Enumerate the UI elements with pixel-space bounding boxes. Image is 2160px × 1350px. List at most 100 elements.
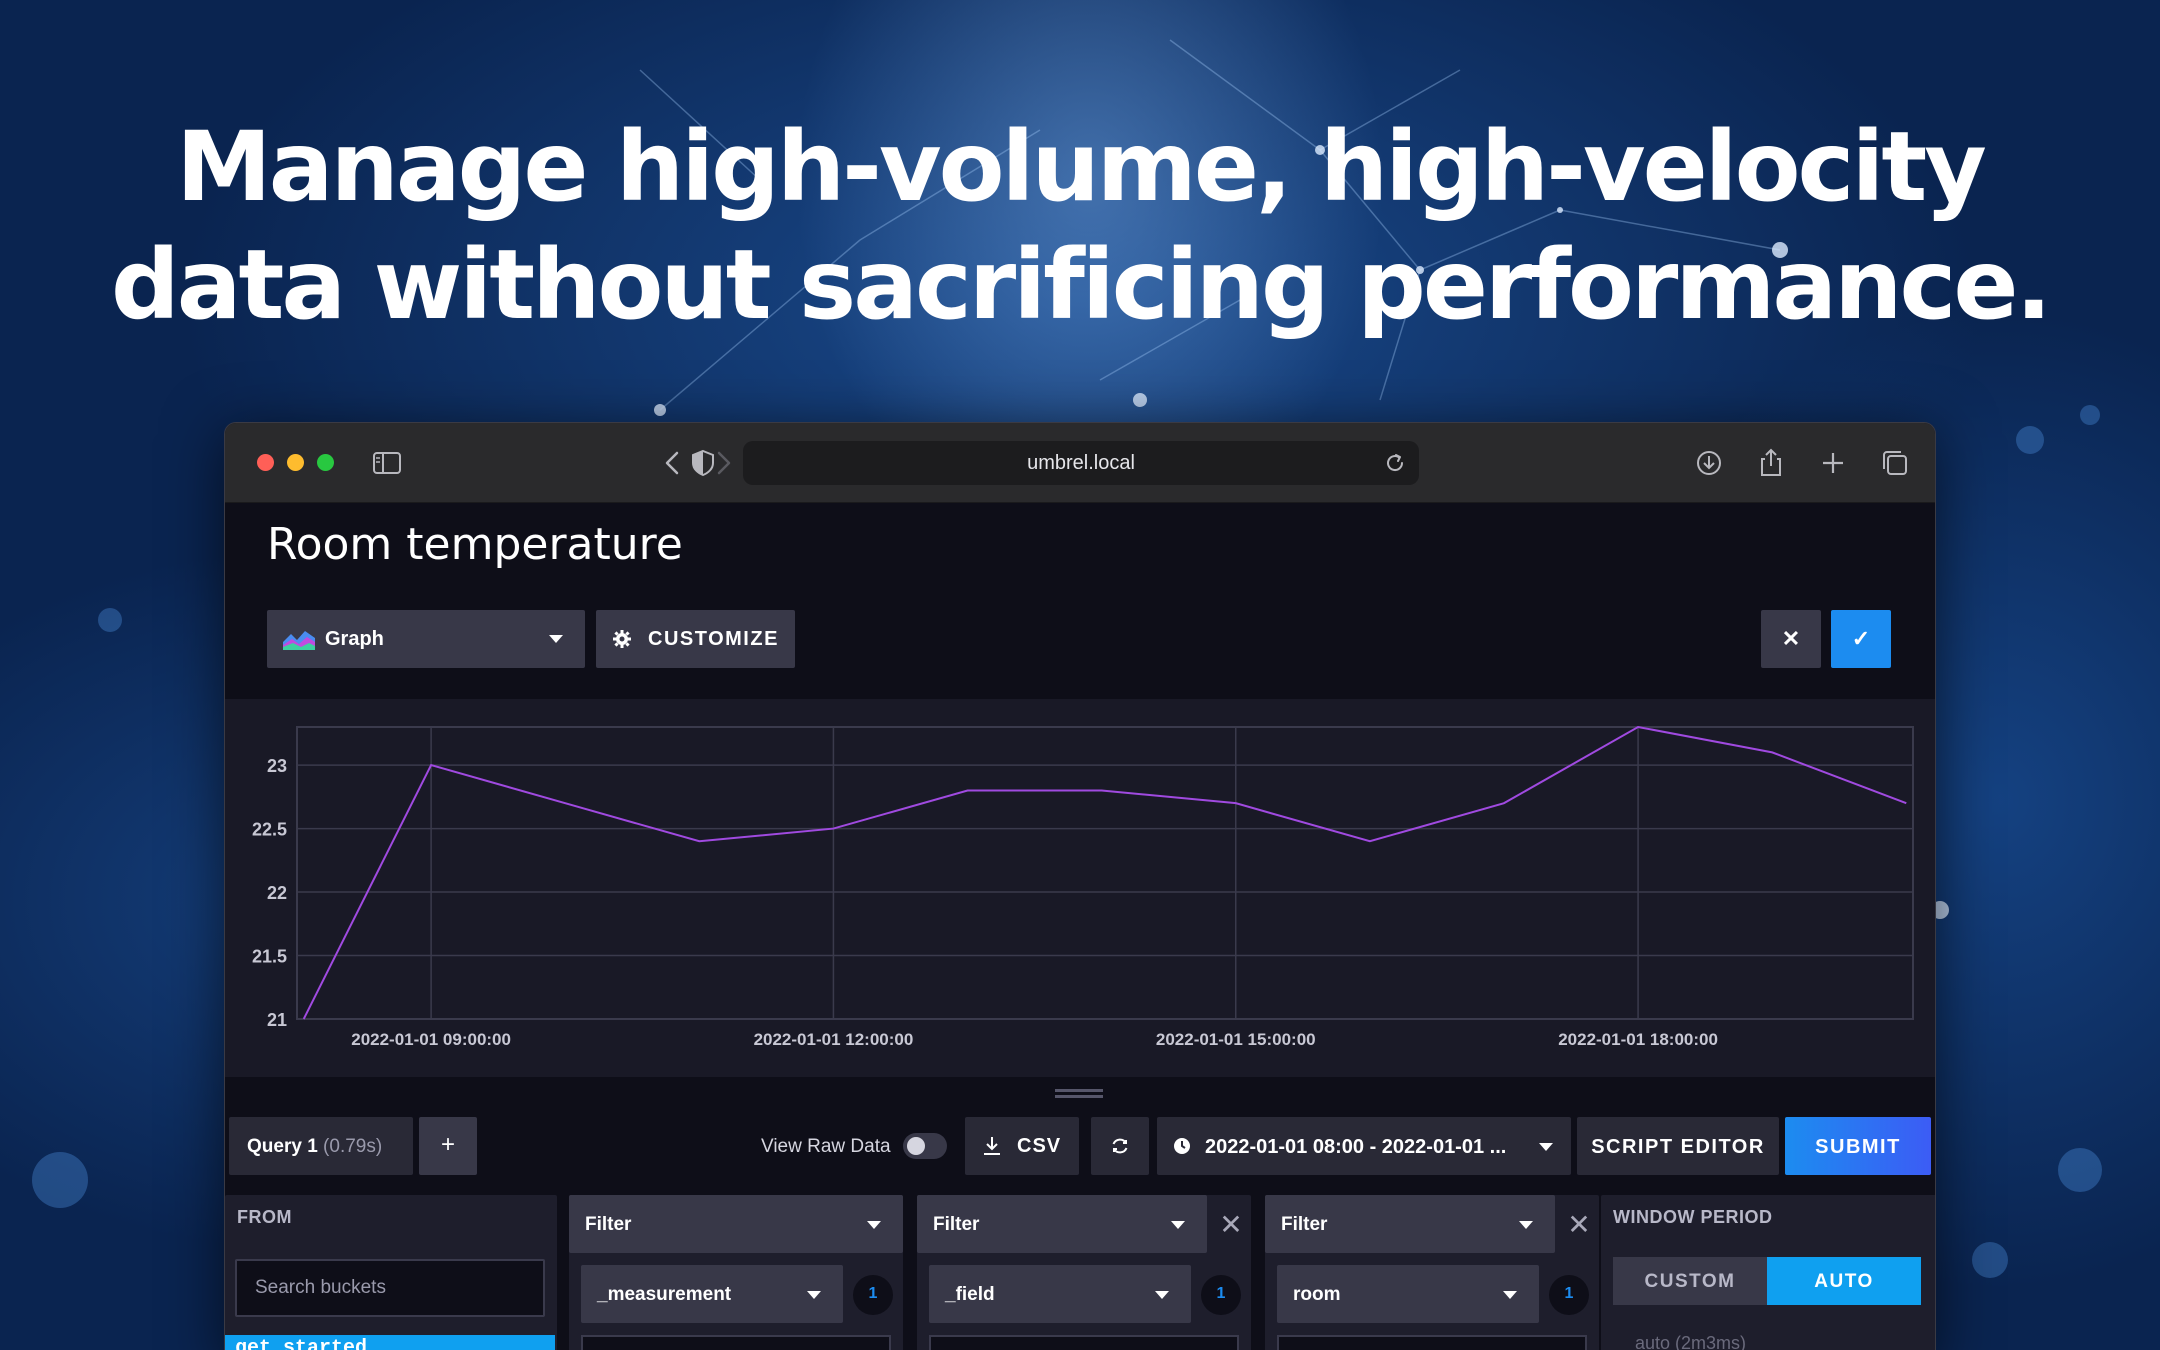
chevron-down-icon [807, 1291, 821, 1299]
minimize-window-button[interactable] [287, 454, 304, 471]
clock-icon [1174, 1138, 1190, 1154]
filter-header-label: Filter [585, 1214, 632, 1235]
filter-header-label: Filter [1281, 1214, 1328, 1235]
query-builder: FROM get_started Filter _measurement [225, 1195, 1935, 1350]
plus-icon: + [440, 1131, 455, 1158]
filter-key-select[interactable]: _measurement [581, 1265, 843, 1323]
submit-button[interactable]: SUBMIT [1785, 1117, 1931, 1175]
save-button[interactable]: ✓ [1831, 610, 1891, 668]
remove-filter-icon[interactable]: ✕ [1213, 1207, 1249, 1243]
chevron-down-icon [1519, 1221, 1533, 1229]
zoom-window-button[interactable] [317, 454, 334, 471]
marketing-headline: Manage high-volume, high-velocity data w… [0, 108, 2160, 344]
x-tick-label: 2022-01-01 12:00:00 [754, 1030, 914, 1049]
close-icon: ✕ [1781, 626, 1801, 651]
from-header: FROM [237, 1207, 292, 1227]
window-period-value: auto (2m3ms) [1635, 1333, 1747, 1350]
bucket-list-item-selected[interactable]: get_started [225, 1335, 555, 1350]
tabs-overview-icon[interactable] [1879, 447, 1911, 479]
bucket-name: get_started [235, 1337, 368, 1350]
cancel-button[interactable]: ✕ [1761, 610, 1821, 668]
y-tick-label: 21.5 [252, 947, 287, 967]
selected-count-badge: 1 [853, 1275, 893, 1315]
add-query-button[interactable]: + [419, 1117, 477, 1175]
filter-card-1: Filter _measurement 1 [569, 1195, 903, 1350]
query-tab-name: Query 1 [247, 1136, 318, 1157]
custom-label: CUSTOM [1644, 1271, 1736, 1292]
browser-titlebar: umbrel.local [225, 423, 1935, 503]
x-tick-label: 2022-01-01 15:00:00 [1156, 1030, 1316, 1049]
remove-filter-icon[interactable]: ✕ [1561, 1207, 1597, 1243]
y-tick-label: 22.5 [252, 820, 287, 840]
chevron-down-icon [1503, 1291, 1517, 1299]
auto-period-button[interactable]: AUTO [1767, 1257, 1921, 1305]
visualization-type-label: Graph [325, 628, 384, 650]
filter-value-search[interactable] [1277, 1335, 1587, 1350]
script-editor-label: SCRIPT EDITOR [1591, 1136, 1765, 1158]
customize-label: CUSTOMIZE [648, 628, 779, 650]
headline-line-1: Manage high-volume, high-velocity [176, 111, 1987, 223]
bucket-search-input[interactable] [237, 1261, 543, 1315]
headline-line-2: data without sacrificing performance. [111, 229, 2052, 341]
download-icon[interactable] [1693, 447, 1725, 479]
x-tick-label: 2022-01-01 09:00:00 [351, 1030, 511, 1049]
csv-download-button[interactable]: CSV [965, 1117, 1079, 1175]
share-icon[interactable] [1755, 447, 1787, 479]
selected-count-badge: 1 [1549, 1275, 1589, 1315]
new-tab-icon[interactable] [1817, 447, 1849, 479]
filter-value-search[interactable] [581, 1335, 891, 1350]
csv-label: CSV [1017, 1135, 1062, 1157]
filter-card-3: Filter ✕ room 1 [1265, 1195, 1599, 1350]
refresh-icon [1112, 1138, 1128, 1154]
influx-data-explorer: Room temperature Graph CUSTOMIZE ✕ ✓ 23 … [225, 503, 1935, 1350]
gear-icon [613, 630, 631, 648]
chevron-down-icon [1539, 1143, 1553, 1151]
filter-key-select[interactable]: _field [929, 1265, 1191, 1323]
from-card: FROM get_started [225, 1195, 557, 1350]
bucket-search-field[interactable] [235, 1259, 545, 1317]
query-toolbar: Query 1 (0.79s) + View Raw Data CSV 2022… [225, 1113, 1935, 1177]
selected-count: 1 [1216, 1285, 1226, 1302]
window-period-header: WINDOW PERIOD [1613, 1207, 1773, 1227]
filter-function-select[interactable]: Filter [917, 1195, 1207, 1253]
custom-period-button[interactable]: CUSTOM [1613, 1257, 1767, 1305]
graph-icon [283, 631, 315, 650]
submit-label: SUBMIT [1815, 1136, 1901, 1158]
selected-count-badge: 1 [1201, 1275, 1241, 1315]
query-tab-time: (0.79s) [323, 1136, 383, 1157]
filter-value-search[interactable] [929, 1335, 1239, 1350]
time-range-dropdown[interactable]: 2022-01-01 08:00 - 2022-01-01 ... [1157, 1117, 1571, 1175]
chevron-down-icon [549, 635, 563, 643]
filter-key-label: _measurement [597, 1284, 732, 1305]
chevron-down-icon [867, 1221, 881, 1229]
reload-icon[interactable] [1383, 451, 1407, 475]
resize-handle[interactable] [1055, 1089, 1103, 1099]
close-window-button[interactable] [257, 454, 274, 471]
view-raw-data-label: View Raw Data [761, 1136, 891, 1157]
download-icon [984, 1137, 1000, 1155]
chevron-down-icon [1155, 1291, 1169, 1299]
time-range-label: 2022-01-01 08:00 - 2022-01-01 ... [1205, 1136, 1507, 1158]
filter-function-select[interactable]: Filter [1265, 1195, 1555, 1253]
script-editor-button[interactable]: SCRIPT EDITOR [1577, 1117, 1779, 1175]
graph-panel: 23 22.5 22 21.5 21 2022-01-01 09:00:00 2022-01… [225, 699, 1935, 1077]
customize-button[interactable]: CUSTOMIZE [596, 610, 795, 668]
page-title: Room temperature [267, 519, 683, 570]
view-raw-data-toggle[interactable] [903, 1133, 947, 1159]
query-tab[interactable]: Query 1 (0.79s) [229, 1117, 413, 1175]
filter-function-select[interactable]: Filter [569, 1195, 903, 1253]
filter-key-label: _field [945, 1284, 995, 1305]
filter-key-select[interactable]: room [1277, 1265, 1539, 1323]
address-bar[interactable]: umbrel.local [743, 441, 1419, 485]
auto-label: AUTO [1814, 1271, 1874, 1292]
sidebar-icon[interactable] [371, 447, 403, 479]
plot-frame [296, 726, 1914, 1020]
line-chart: 23 22.5 22 21.5 21 2022-01-01 09:00:00 2022-01… [252, 725, 1914, 1049]
filter-card-2: Filter ✕ _field 1 [917, 1195, 1251, 1350]
selected-count: 1 [1564, 1285, 1574, 1302]
y-tick-label: 22 [267, 883, 287, 903]
checkmark-icon: ✓ [1851, 626, 1871, 651]
y-tick-label: 21 [267, 1010, 287, 1030]
refresh-button[interactable] [1091, 1117, 1149, 1175]
visualization-type-select[interactable]: Graph [267, 610, 585, 668]
